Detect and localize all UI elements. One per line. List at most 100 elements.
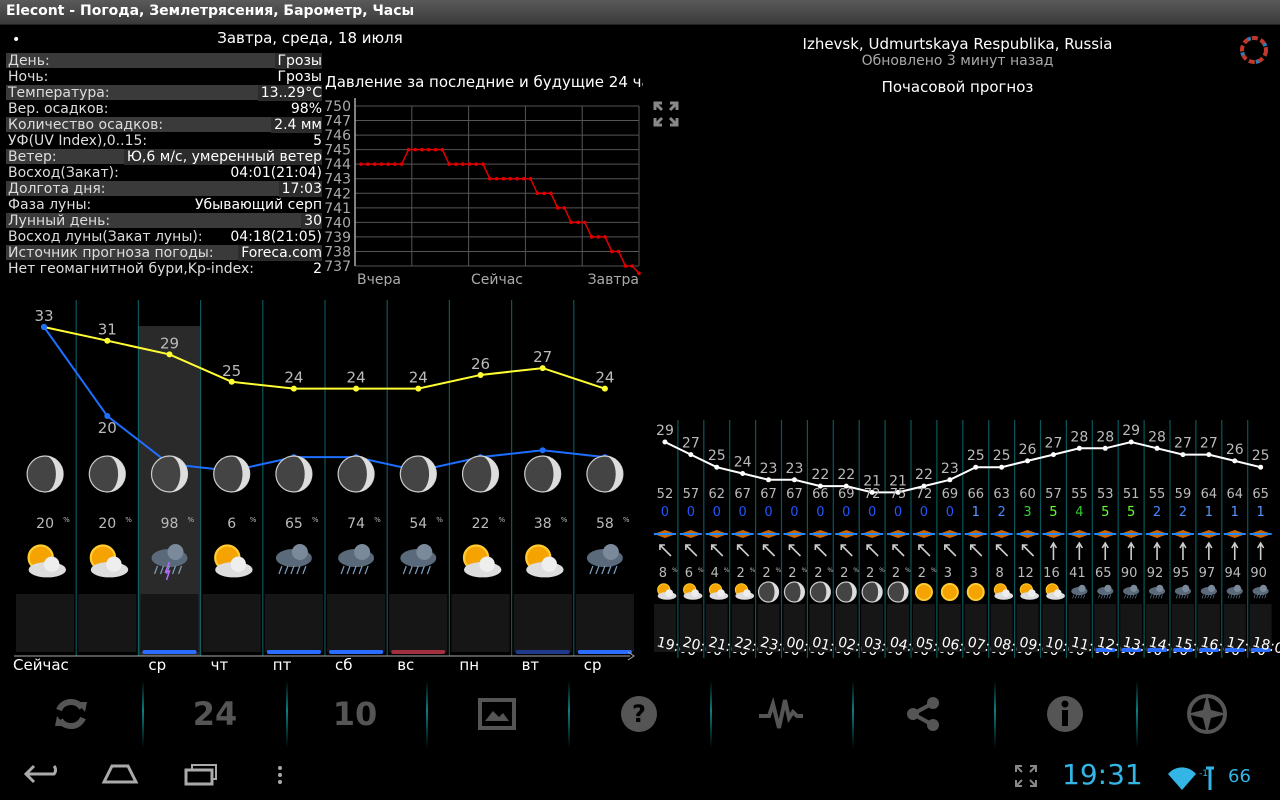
hourly-precip-unit: %	[905, 567, 911, 574]
expand-icon[interactable]	[652, 100, 680, 128]
humidity-label: 60	[1019, 487, 1036, 502]
wind-strip-line	[1249, 533, 1272, 535]
rain-drop	[1209, 594, 1212, 599]
back-icon[interactable]	[22, 762, 62, 786]
wind-strip-line	[1146, 533, 1169, 535]
detail-label: Вер. осадков:	[6, 101, 316, 117]
window-title-bar: Elecont - Погода, Землетрясения, Баромет…	[0, 0, 1280, 25]
earthquake-button[interactable]	[710, 680, 852, 748]
rain-drop	[1124, 594, 1127, 599]
pressure-x-label: Сейчас	[471, 272, 523, 286]
detail-label: Нет геомагнитной бури,Kp-index:	[6, 261, 316, 277]
hourly-forecast-chart[interactable]: 292725 24 23 23 22 22 21 21 22 2325 25 26 27 28 28 29 28…	[640, 420, 1280, 678]
cloud-puff	[691, 589, 699, 597]
humidity-label: 67	[786, 487, 803, 502]
precip-bar-bg	[16, 594, 75, 652]
pressure-point	[460, 162, 465, 166]
app-logo-icon[interactable]	[1238, 34, 1270, 66]
precip-bar-bg	[202, 594, 261, 652]
wind-strip-line	[887, 533, 910, 535]
home-icon[interactable]	[100, 762, 140, 786]
wind-strip-line	[1016, 533, 1039, 535]
humidity-label: 55	[1149, 487, 1166, 502]
humidity-label: 66	[967, 487, 984, 502]
precip-prob-label: 54	[409, 516, 427, 532]
cloud-puff	[1028, 589, 1036, 597]
uv-label: 1	[972, 505, 980, 520]
rain-drop	[1075, 594, 1077, 599]
precip-amount-bar	[142, 650, 197, 654]
rain-drop	[1230, 594, 1233, 599]
hourly-24-button[interactable]: 24	[144, 680, 286, 748]
uv-label: 1	[1205, 505, 1213, 520]
storm-cloud-puff	[291, 544, 308, 560]
detail-label-text: День:	[8, 53, 50, 69]
hourly-temp-label: 26	[1226, 442, 1244, 458]
hourly-precip-label: 8	[659, 566, 667, 581]
hourly-temp-label: 28	[1148, 429, 1166, 445]
pressure-point	[359, 162, 363, 166]
bottom-toolbar: 24 10 ?	[0, 680, 1280, 748]
wind-arrow-icon	[1101, 541, 1109, 560]
pressure-point	[562, 206, 567, 210]
wind-arrow-icon	[1127, 541, 1135, 560]
hourly-precip-label: 4	[711, 566, 719, 581]
wind-arrow-icon	[866, 544, 879, 557]
cloud-puff	[665, 589, 674, 597]
precip-unit: %	[250, 516, 257, 524]
wind-arrow-icon	[762, 544, 776, 557]
hourly-precip-label: 6	[685, 566, 693, 581]
wind-arrow-icon	[995, 544, 1009, 557]
wind-arrow-icon	[840, 544, 853, 557]
day-label: ср	[584, 656, 602, 674]
storm-cloud-puff	[167, 544, 184, 560]
hourly-temp-point	[1102, 445, 1108, 451]
settings-button[interactable]	[1136, 680, 1278, 748]
uv-label: 5	[1049, 505, 1057, 520]
precip-amount-bar	[577, 650, 632, 654]
detail-value: 30	[301, 213, 322, 229]
uv-label: 2	[998, 505, 1006, 520]
low-temp-point	[41, 324, 47, 330]
detail-label-text: Фаза луны:	[8, 197, 92, 213]
detail-row: День: Грозы	[6, 53, 322, 69]
daily-10-button[interactable]: 10	[284, 680, 426, 748]
detail-row: Восход(Закат): 04:01(21:04)	[6, 165, 322, 181]
precip-amount-bar	[391, 650, 446, 654]
menu-icon[interactable]	[274, 764, 286, 786]
hourly-precip-label: 3	[970, 566, 978, 581]
share-button[interactable]	[852, 680, 994, 748]
sun-icon	[914, 583, 933, 601]
rain-drop	[1261, 594, 1264, 599]
rain-drop	[1181, 594, 1184, 599]
rain-drop	[352, 565, 357, 575]
help-button[interactable]: ?	[568, 680, 710, 748]
svg-text:?: ?	[632, 700, 646, 728]
rain-drop	[1233, 594, 1236, 599]
detail-label-text: Долгота дня:	[8, 181, 106, 197]
recent-apps-icon[interactable]	[182, 762, 222, 786]
storm-cloud-puff	[416, 544, 433, 560]
map-button[interactable]	[426, 680, 568, 748]
detail-row: Лунный день: 30	[6, 213, 322, 229]
detail-label: Количество осадков:	[6, 117, 316, 133]
hourly-temp-label: 27	[682, 436, 700, 452]
rain-drop	[1134, 594, 1137, 599]
fullscreen-icon[interactable]	[1014, 764, 1038, 788]
daily-forecast-chart[interactable]: 3331292524242426272420131214141214151420…	[0, 300, 640, 678]
hourly-precip-unit: %	[827, 567, 833, 574]
precip-unit: %	[374, 516, 381, 524]
wind-arrow-icon	[892, 544, 905, 557]
detail-label-text: Восход(Закат):	[8, 165, 119, 181]
refresh-button[interactable]	[0, 680, 142, 748]
high-temp-label: 24	[409, 369, 428, 387]
pressure-chart[interactable]: 750747746745744743742741740739738737Вчер…	[325, 96, 643, 286]
wind-strip-line	[757, 533, 780, 535]
storm-cloud-puff	[1130, 584, 1138, 592]
hourly-temp-label: 22	[811, 467, 829, 483]
cloud-puff	[479, 556, 495, 572]
detail-row: Вер. осадков: 98%	[6, 101, 322, 117]
wind-strip-line	[705, 533, 728, 535]
info-button[interactable]	[994, 680, 1136, 748]
precip-bar-bg	[78, 594, 137, 652]
